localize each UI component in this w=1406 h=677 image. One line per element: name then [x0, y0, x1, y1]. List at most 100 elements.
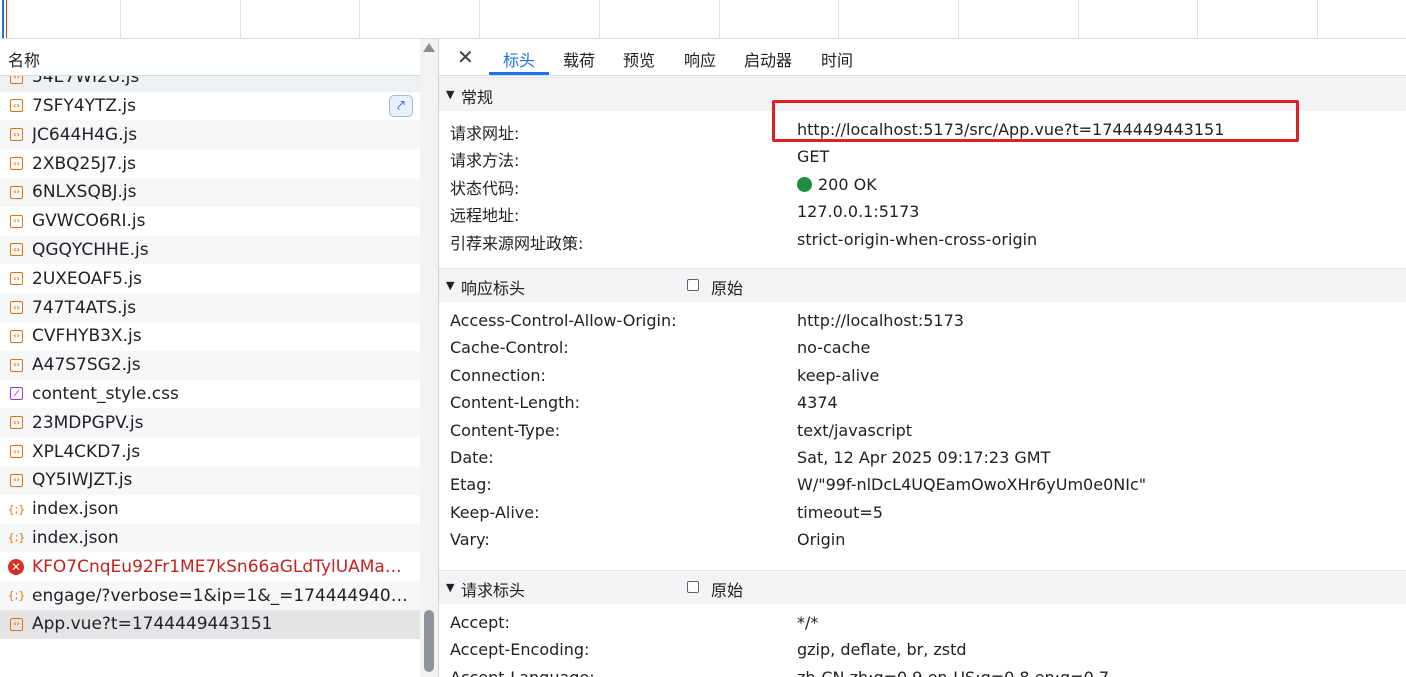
- request-row[interactable]: ‹› JC644H4G.js: [0, 120, 420, 150]
- request-name: App.vue?t=1744449443151: [32, 614, 273, 635]
- header-value[interactable]: http://localhost:5173/src/App.vue?t=1744…: [797, 120, 1224, 139]
- raw-response-headers-label: 原始: [711, 279, 744, 298]
- header-value[interactable]: gzip, deflate, br, zstd: [797, 640, 967, 659]
- request-row[interactable]: ✕ KFO7CnqEu92Fr1ME7kSn66aGLdTylUAMa3yU...: [0, 552, 420, 581]
- json-fetch-icon: {;}: [7, 531, 26, 545]
- script-file-icon: ‹›: [10, 358, 23, 372]
- request-row[interactable]: ‹› CVFHYB3X.js: [0, 322, 420, 351]
- header-value[interactable]: no-cache: [797, 338, 870, 357]
- header-row: Cache-Control: no-cache: [439, 335, 1406, 362]
- header-value[interactable]: Sat, 12 Apr 2025 09:17:23 GMT: [797, 448, 1050, 467]
- request-row[interactable]: ‹› 7SFY4YTZ.js: [0, 92, 420, 121]
- open-in-sources-icon[interactable]: ⤤: [389, 95, 413, 117]
- timeline-gridline: [838, 0, 839, 38]
- script-file-icon: ‹›: [10, 301, 23, 315]
- header-name: 请求网址:: [450, 124, 520, 143]
- header-value[interactable]: text/javascript: [797, 421, 912, 440]
- general-section-header[interactable]: ▼ 常规: [439, 77, 1406, 111]
- request-name: 7SFY4YTZ.js: [32, 95, 136, 116]
- request-row[interactable]: ‹› 23MDPGPV.js: [0, 408, 420, 438]
- header-value[interactable]: timeout=5: [797, 503, 883, 522]
- header-value[interactable]: W/"99f-nlDcL4UQEamOwoXHr6yUm0e0NIc": [797, 475, 1146, 494]
- collapse-triangle-icon: ▼: [446, 279, 455, 292]
- json-fetch-icon: {;}: [7, 502, 26, 516]
- header-row: 请求方法: GET: [439, 144, 1406, 171]
- close-details-icon[interactable]: ✕: [457, 46, 474, 68]
- header-value[interactable]: http://localhost:5173: [797, 311, 964, 330]
- status-code-text: 200 OK: [818, 174, 877, 194]
- request-row[interactable]: ‹› 6NLXSQBJ.js: [0, 177, 420, 207]
- timeline-gridline: [599, 0, 600, 38]
- request-name: 6NLXSQBJ.js: [32, 182, 137, 203]
- request-list-scrollbar[interactable]: [420, 39, 438, 677]
- response-headers-section-header[interactable]: ▼ 响应标头 原始: [439, 268, 1406, 302]
- request-row[interactable]: ‹› 747T4ATS.js: [0, 293, 420, 322]
- request-row[interactable]: ‹› GVWCO6RI.js: [0, 207, 420, 236]
- header-value[interactable]: zh-CN,zh;q=0.9,en-US;q=0.8,en;q=0.7: [797, 668, 1109, 677]
- request-details-panel: ✕ 标头 载荷 预览 响应 启动器 时间 ▼ 常规 请求网址: http://lo…: [439, 39, 1406, 677]
- general-section-title: 常规: [461, 88, 494, 107]
- header-value[interactable]: GET: [797, 147, 829, 166]
- request-row[interactable]: ⟋ content_style.css: [0, 380, 420, 409]
- header-value[interactable]: 4374: [797, 393, 838, 412]
- request-row[interactable]: ‹› App.vue?t=1744449443151: [0, 609, 420, 639]
- json-fetch-icon: {;}: [7, 589, 26, 603]
- tab-preview[interactable]: 预览: [623, 47, 655, 71]
- timeline-marker-red: [6, 0, 7, 38]
- header-name: Vary:: [450, 530, 490, 550]
- script-file-icon: ‹›: [10, 416, 23, 430]
- header-row: Content-Type: text/javascript: [439, 418, 1406, 445]
- collapse-triangle-icon: ▼: [446, 581, 455, 594]
- header-row: 远程地址: 127.0.0.1:5173: [439, 199, 1406, 226]
- header-name: Keep-Alive:: [450, 502, 540, 522]
- request-list: ‹›NEQO4JL2.js‹›54E7WI2U.js‹›7SFY4YTZ.js‹…: [0, 39, 420, 639]
- request-headers-title: 请求标头: [461, 581, 526, 600]
- request-headers-section-header[interactable]: ▼ 请求标头 原始: [439, 570, 1406, 604]
- tab-response[interactable]: 响应: [684, 47, 716, 71]
- raw-request-headers-checkbox[interactable]: [687, 581, 699, 593]
- tab-headers[interactable]: 标头: [503, 47, 535, 71]
- raw-response-headers-checkbox[interactable]: [687, 279, 699, 291]
- request-name: 747T4ATS.js: [32, 297, 137, 318]
- script-file-icon: ‹›: [10, 445, 23, 459]
- script-file-icon: ‹›: [10, 617, 23, 631]
- header-value[interactable]: */*: [797, 613, 818, 632]
- tab-initiator[interactable]: 启动器: [744, 47, 792, 71]
- header-value[interactable]: keep-alive: [797, 366, 879, 385]
- request-row[interactable]: ‹› QY5IWJZT.js: [0, 465, 420, 495]
- scroll-up-arrow-icon[interactable]: [423, 43, 435, 52]
- error-circle-icon: ✕: [8, 558, 24, 575]
- header-name: Accept-Language:: [450, 668, 595, 677]
- request-row[interactable]: {;} engage/?verbose=1&ip=1&_=174444940832…: [0, 581, 420, 610]
- name-column-header[interactable]: 名称: [0, 39, 420, 76]
- request-row[interactable]: ‹› 2UXEOAF5.js: [0, 264, 420, 293]
- request-name: content_style.css: [32, 383, 179, 404]
- request-row[interactable]: ‹› A47S7SG2.js: [0, 350, 420, 380]
- header-value[interactable]: strict-origin-when-cross-origin: [797, 230, 1037, 249]
- request-name: 23MDPGPV.js: [32, 412, 144, 433]
- header-value[interactable]: 127.0.0.1:5173: [797, 202, 919, 221]
- script-file-icon: ‹›: [10, 157, 23, 171]
- header-value[interactable]: 200 OK: [797, 175, 877, 194]
- request-row[interactable]: ‹› XPL4CKD7.js: [0, 437, 420, 466]
- request-row[interactable]: ‹› QGQYCHHE.js: [0, 235, 420, 265]
- header-name: Cache-Control:: [450, 338, 569, 358]
- tab-timing[interactable]: 时间: [821, 47, 853, 71]
- header-row: Vary: Origin: [439, 527, 1406, 554]
- header-name: Content-Type:: [450, 420, 561, 440]
- request-row[interactable]: ‹› 2XBQ25J7.js: [0, 149, 420, 178]
- request-name: JC644H4G.js: [32, 124, 138, 145]
- request-name: KFO7CnqEu92Fr1ME7kSn66aGLdTylUAMa3yU...: [32, 556, 412, 577]
- waterfall-overview[interactable]: [0, 0, 1406, 39]
- header-value[interactable]: Origin: [797, 530, 845, 549]
- timeline-gridline: [359, 0, 360, 38]
- timeline-gridline: [958, 0, 959, 38]
- timeline-gridline: [1317, 0, 1318, 38]
- request-row[interactable]: {;} index.json: [0, 523, 420, 553]
- request-row[interactable]: {;} index.json: [0, 495, 420, 524]
- tab-payload[interactable]: 载荷: [563, 47, 595, 71]
- scrollbar-thumb[interactable]: [424, 610, 434, 672]
- script-file-icon: ‹›: [10, 214, 23, 228]
- script-file-icon: ‹›: [10, 473, 23, 487]
- script-file-icon: ‹›: [10, 99, 23, 113]
